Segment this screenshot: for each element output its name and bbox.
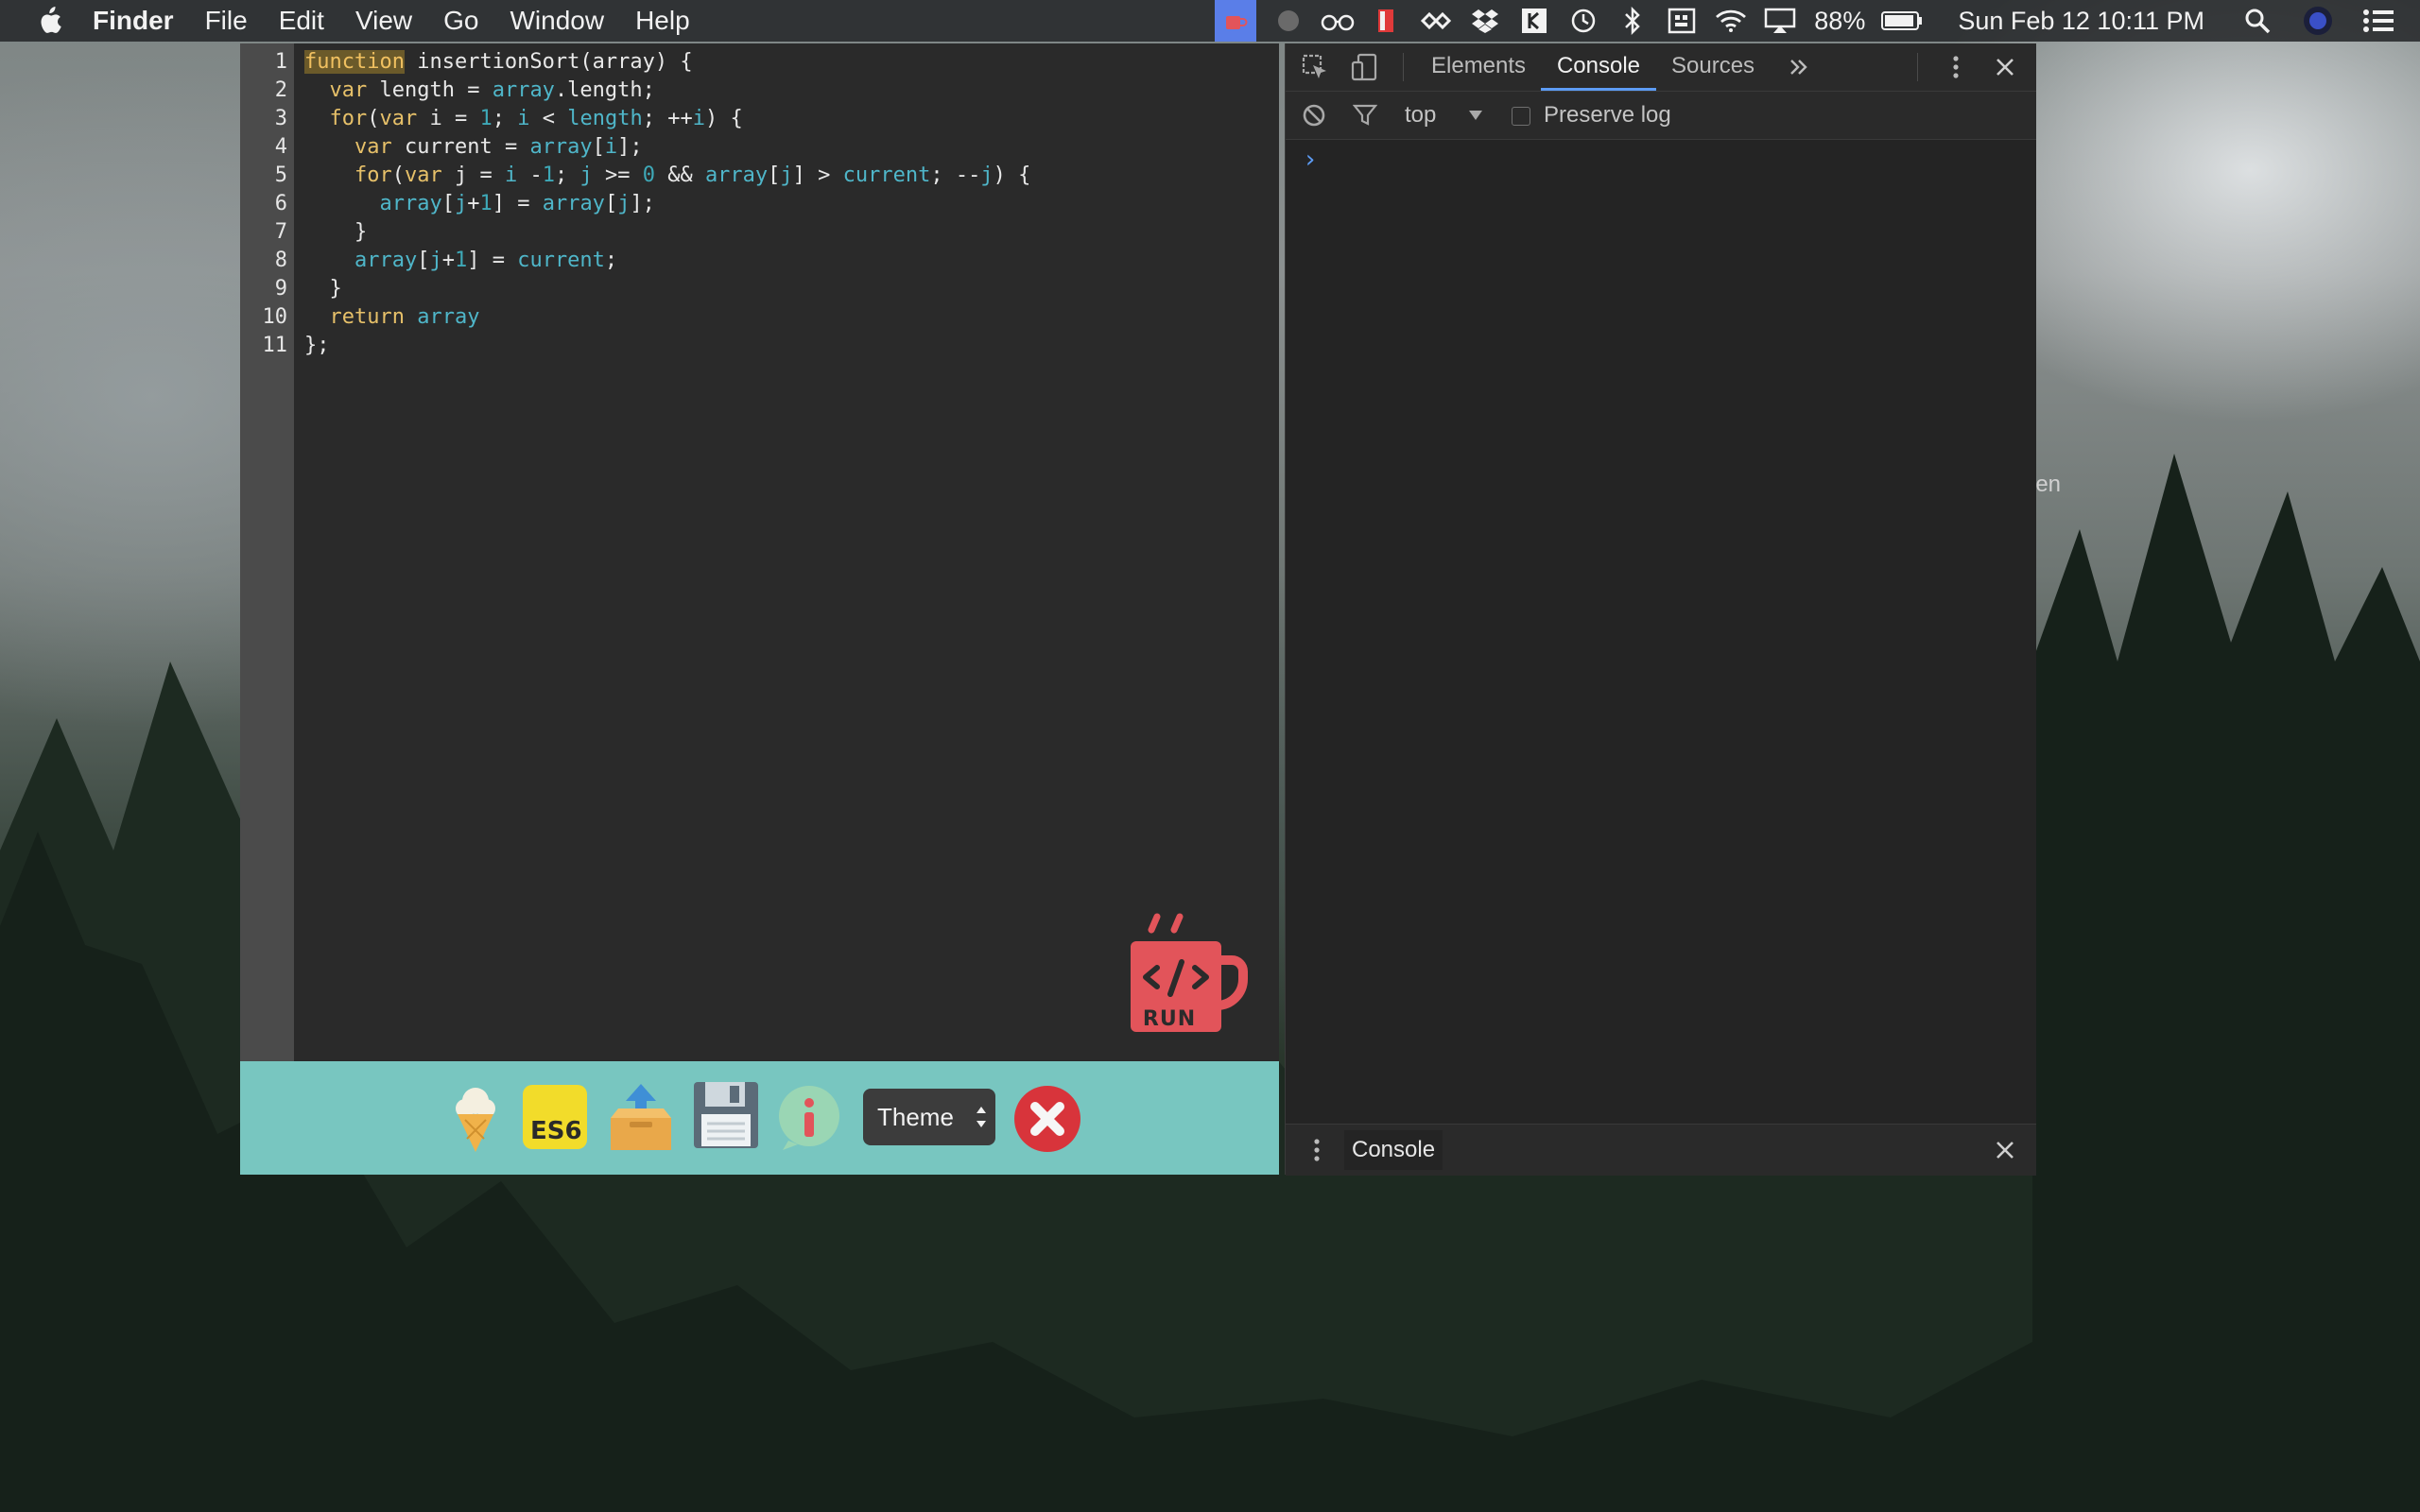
close-editor-button[interactable]: [1012, 1084, 1082, 1154]
info-icon: [779, 1086, 839, 1150]
save-button[interactable]: [692, 1080, 760, 1150]
upload-box-icon: [611, 1084, 671, 1150]
theme-select[interactable]: Theme: [863, 1089, 995, 1145]
run-label: RUN: [1142, 1007, 1197, 1031]
code-editor-window: 1 function insertionSort(array) { 2 var l…: [240, 43, 1279, 1175]
red-x-icon: [1014, 1086, 1080, 1152]
select-arrows-icon: [977, 1107, 986, 1127]
menu-window[interactable]: Window: [510, 6, 604, 36]
ice-cream-button[interactable]: [442, 1082, 509, 1154]
tab-elements[interactable]: Elements: [1431, 43, 1526, 91]
preserve-log-checkbox[interactable]: [1512, 107, 1530, 126]
siri-icon[interactable]: [2299, 2, 2337, 40]
battery-percentage: 88%: [1814, 6, 1866, 35]
line-number: 6: [274, 192, 287, 215]
coffee-run-tray-icon[interactable]: [1215, 0, 1257, 42]
code-line[interactable]: 5 for(var j = i -1; j >= 0 && array[j] >…: [240, 162, 1279, 190]
es6-label: ES6: [530, 1117, 582, 1145]
menu-file[interactable]: File: [205, 6, 248, 36]
line-number: 8: [274, 249, 287, 272]
more-tabs-chevron-icon[interactable]: [1785, 53, 1813, 81]
status-tray: 88% Sun Feb 12 10:11 PM: [1209, 0, 2420, 42]
battery-icon[interactable]: [1880, 2, 1924, 40]
code-line[interactable]: 6 array[j+1] = array[j];: [240, 190, 1279, 218]
line-number: 5: [274, 163, 287, 187]
code-line[interactable]: 10 return array: [240, 303, 1279, 332]
devtools-tab-bar: Elements Console Sources: [1286, 43, 2036, 92]
infinity-icon[interactable]: [1417, 2, 1455, 40]
spotlight-search-icon[interactable]: [2238, 2, 2276, 40]
upload-button[interactable]: [605, 1080, 677, 1154]
apple-icon[interactable]: [36, 5, 64, 37]
menu-edit[interactable]: Edit: [279, 6, 324, 36]
line-number: 10: [262, 305, 288, 329]
floppy-disk-icon: [694, 1082, 758, 1148]
line-number: 9: [274, 277, 287, 301]
time-machine-icon[interactable]: [1564, 2, 1602, 40]
line-number: 11: [262, 334, 288, 357]
line-number: 1: [274, 50, 287, 74]
kebab-menu-icon[interactable]: [1942, 53, 1970, 81]
devtools-panel: Elements Console Sources top Preserve lo…: [1285, 43, 2036, 1176]
menu-help[interactable]: Help: [635, 6, 690, 36]
console-drawer: Console: [1286, 1124, 2036, 1176]
close-devtools-icon[interactable]: [1991, 53, 2019, 81]
menu-app-finder[interactable]: Finder: [93, 6, 174, 36]
context-selector[interactable]: top: [1405, 92, 1436, 139]
bracket-app-icon[interactable]: [1515, 2, 1553, 40]
code-line[interactable]: 9 }: [240, 275, 1279, 303]
line-number: 3: [274, 107, 287, 130]
inspect-element-icon[interactable]: [1301, 53, 1329, 81]
device-toolbar-icon[interactable]: [1350, 53, 1378, 81]
keyboard-viewer-icon[interactable]: [1663, 2, 1701, 40]
menu-go[interactable]: Go: [443, 6, 478, 36]
line-number: 7: [274, 220, 287, 244]
drawer-kebab-icon[interactable]: [1303, 1136, 1331, 1164]
console-filter-bar: top Preserve log: [1286, 92, 2036, 140]
theme-select-label: Theme: [877, 1102, 954, 1131]
dropbox-icon[interactable]: [1466, 2, 1504, 40]
menu-view[interactable]: View: [355, 6, 412, 36]
code-line[interactable]: 2 var length = array.length;: [240, 77, 1279, 105]
console-prompt[interactable]: ›: [1303, 146, 1318, 174]
bookmark-app-icon[interactable]: [1368, 2, 1406, 40]
drawer-tab-console[interactable]: Console: [1344, 1130, 1443, 1170]
airplay-icon[interactable]: [1761, 2, 1799, 40]
line-number: 4: [274, 135, 287, 159]
filter-icon[interactable]: [1352, 102, 1378, 129]
menu-bar: Finder File Edit View Go Window Help 88%…: [0, 0, 2420, 42]
tab-console[interactable]: Console: [1541, 43, 1656, 91]
code-area[interactable]: 1 function insertionSort(array) { 2 var l…: [240, 48, 1279, 360]
editor-toolbar: ES6 Theme: [240, 1061, 1279, 1175]
code-line[interactable]: 4 var current = array[i];: [240, 133, 1279, 162]
context-dropdown-icon[interactable]: [1467, 108, 1484, 123]
close-drawer-icon[interactable]: [1991, 1136, 2019, 1164]
code-line[interactable]: 3 for(var i = 1; i < length; ++i) {: [240, 105, 1279, 133]
ice-cream-icon: [456, 1088, 495, 1152]
circle-icon[interactable]: [1270, 2, 1307, 40]
run-button[interactable]: RUN: [1119, 913, 1252, 1074]
es6-button[interactable]: ES6: [523, 1085, 587, 1149]
line-number: 2: [274, 78, 287, 102]
code-line[interactable]: 7 }: [240, 218, 1279, 247]
code-line[interactable]: 8 array[j+1] = current;: [240, 247, 1279, 275]
bluetooth-icon[interactable]: [1614, 2, 1651, 40]
notification-center-icon[interactable]: [2360, 2, 2397, 40]
glasses-icon[interactable]: [1319, 2, 1357, 40]
clear-console-icon[interactable]: [1301, 102, 1327, 129]
code-line[interactable]: 1 function insertionSort(array) {: [240, 48, 1279, 77]
info-button[interactable]: [775, 1084, 843, 1152]
menu-clock[interactable]: Sun Feb 12 10:11 PM: [1958, 7, 2204, 36]
tab-sources[interactable]: Sources: [1671, 43, 1754, 91]
code-line[interactable]: 11};: [240, 332, 1279, 360]
preserve-log-label[interactable]: Preserve log: [1544, 92, 1671, 139]
wifi-icon[interactable]: [1712, 2, 1750, 40]
